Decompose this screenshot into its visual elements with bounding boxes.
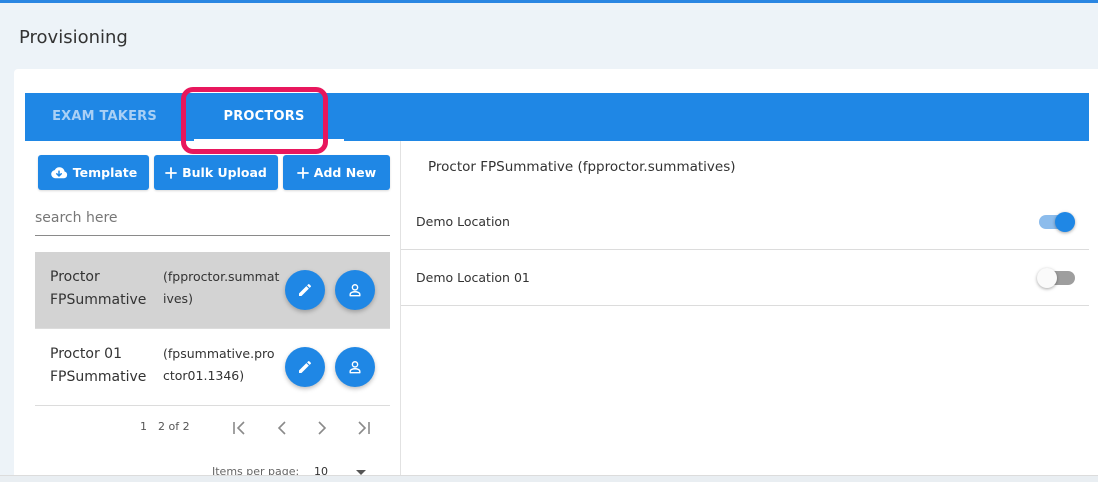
panel-divider (400, 141, 401, 482)
toggle-knob (1037, 268, 1057, 288)
page-range: 2 of 2 (158, 420, 190, 433)
pencil-icon (299, 283, 312, 296)
list-item[interactable]: Proctor 01 FPSummative (fpsummative.proc… (35, 329, 390, 406)
location-toggle[interactable] (1037, 268, 1075, 288)
proctor-username: (fpproctor.summatives) (163, 269, 280, 306)
location-row: Demo Location (401, 194, 1089, 250)
chevron-left-icon (277, 421, 286, 435)
tab-exam-takers[interactable]: EXAM TAKERS (25, 93, 184, 141)
add-new-button-label: Add New (313, 165, 377, 180)
list-item[interactable]: Proctor FPSummative (fpproctor.summative… (35, 252, 390, 329)
bulk-upload-button-label: Bulk Upload (182, 165, 267, 180)
last-page-icon (358, 421, 370, 435)
last-page-button[interactable] (350, 416, 374, 440)
location-name: Demo Location 01 (416, 270, 530, 285)
plus-icon (296, 166, 309, 179)
chevron-right-icon (318, 421, 327, 435)
search-input[interactable] (35, 200, 390, 236)
proctor-username: (fpsummative.proctor01.1346) (163, 346, 275, 383)
edit-proctor-button[interactable] (285, 270, 325, 310)
assign-location-button[interactable] (335, 347, 375, 387)
annotation-highlight-box (181, 87, 328, 154)
proctor-name: Proctor FPSummative (50, 269, 147, 308)
current-page: 1 (140, 420, 147, 433)
cloud-download-icon (50, 166, 67, 178)
first-page-icon (233, 421, 245, 435)
edit-proctor-button[interactable] (285, 347, 325, 387)
first-page-button[interactable] (229, 416, 253, 440)
detail-title: Proctor FPSummative (fpproctor.summative… (428, 159, 736, 175)
page-title: Provisioning (19, 27, 128, 48)
template-button[interactable]: Template (38, 155, 149, 190)
location-row: Demo Location 01 (401, 250, 1089, 306)
bottom-scrollbar (0, 475, 1098, 482)
bulk-upload-button[interactable]: Bulk Upload (154, 155, 278, 190)
template-button-label: Template (72, 165, 138, 180)
next-page-button[interactable] (310, 416, 334, 440)
plus-icon (165, 166, 178, 179)
toggle-knob (1055, 212, 1075, 232)
person-icon (349, 361, 361, 374)
prev-page-button[interactable] (270, 416, 294, 440)
location-name: Demo Location (416, 214, 510, 229)
pencil-icon (299, 360, 312, 373)
location-toggle[interactable] (1039, 212, 1075, 232)
person-icon (349, 284, 361, 297)
top-accent-line (0, 0, 1098, 3)
paginator: 1 2 of 2 (35, 410, 390, 446)
proctor-name: Proctor 01 FPSummative (50, 346, 147, 385)
assign-location-button[interactable] (335, 270, 375, 310)
add-new-button[interactable]: Add New (283, 155, 390, 190)
